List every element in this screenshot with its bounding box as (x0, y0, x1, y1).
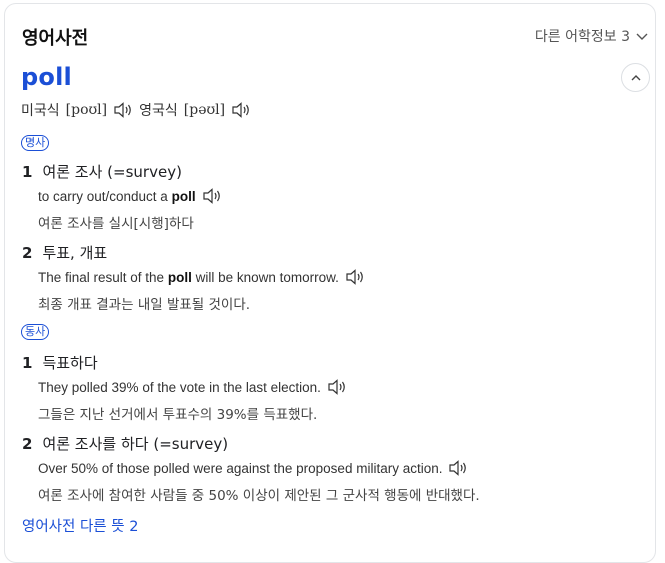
more-language-info-label: 다른 어학정보 3 (534, 29, 630, 45)
pronunciation-row: 미국식 [poʊl] 영국식 [pəʊl] (21, 100, 251, 120)
noun-sense-2-translation: 최종 개표 결과는 내일 발표될 것이다. (38, 297, 251, 313)
example-text: will be known tomorrow. (191, 269, 339, 285)
collapse-button[interactable] (621, 63, 650, 92)
verb-sense-1-example: They polled 39% of the vote in the last … (38, 379, 347, 395)
sense-meaning: 투표, 개표 (42, 244, 108, 262)
chevron-down-icon (636, 33, 648, 40)
verb-sense-1: 1 득표하다 (22, 352, 98, 373)
sense-number: 2 (22, 243, 33, 262)
pos-badge-noun: 명사 (21, 135, 50, 151)
speaker-icon[interactable] (231, 102, 251, 118)
sense-number: 1 (22, 353, 33, 372)
pos-badge-verb: 동사 (21, 324, 50, 340)
example-text: Over 50% of those polled were against th… (38, 460, 443, 476)
speaker-icon[interactable] (448, 460, 468, 476)
example-text: The final result of the (38, 269, 168, 285)
pron-us-label: 미국식 (21, 103, 60, 119)
dictionary-title: 영어사전 (22, 28, 89, 49)
example-keyword: poll (167, 269, 192, 285)
speaker-icon[interactable] (113, 102, 133, 118)
verb-sense-1-translation: 그들은 지난 선거에서 투표수의 39%를 득표했다. (38, 407, 318, 423)
example-keyword: poll (171, 188, 196, 204)
speaker-icon[interactable] (202, 188, 222, 204)
pron-us: [poʊl] (65, 102, 108, 118)
sense-meaning: 여론 조사를 하다 (=survey) (42, 435, 229, 453)
more-language-info-button[interactable]: 다른 어학정보 3 (535, 26, 649, 46)
pron-uk-label: 영국식 (139, 103, 178, 119)
noun-sense-1-translation: 여론 조사를 실시[시행]하다 (38, 216, 194, 232)
chevron-up-icon (631, 74, 640, 80)
sense-meaning: 득표하다 (42, 354, 98, 372)
sense-meaning: 여론 조사 (=survey) (42, 163, 182, 181)
pron-uk: [pəʊl] (183, 102, 226, 118)
sense-number: 1 (22, 162, 33, 181)
verb-sense-2: 2 여론 조사를 하다 (=survey) (22, 433, 228, 454)
example-text: to carry out/conduct a (38, 188, 172, 204)
noun-sense-2: 2 투표, 개표 (22, 242, 107, 263)
noun-sense-1: 1 여론 조사 (=survey) (22, 161, 182, 182)
verb-sense-2-example: Over 50% of those polled were against th… (38, 460, 468, 476)
speaker-icon[interactable] (327, 379, 347, 395)
sense-number: 2 (22, 434, 33, 453)
more-meanings-link[interactable]: 영어사전 다른 뜻 2 (22, 515, 138, 536)
verb-sense-2-translation: 여론 조사에 참여한 사람들 중 50% 이상이 제안된 그 군사적 행동에 반… (38, 488, 480, 504)
headword: poll (21, 63, 72, 91)
example-text: They polled 39% of the vote in the last … (38, 379, 321, 395)
speaker-icon[interactable] (345, 269, 365, 285)
noun-sense-1-example: to carry out/conduct a poll (38, 188, 222, 204)
noun-sense-2-example: The final result of the poll will be kno… (38, 269, 365, 285)
